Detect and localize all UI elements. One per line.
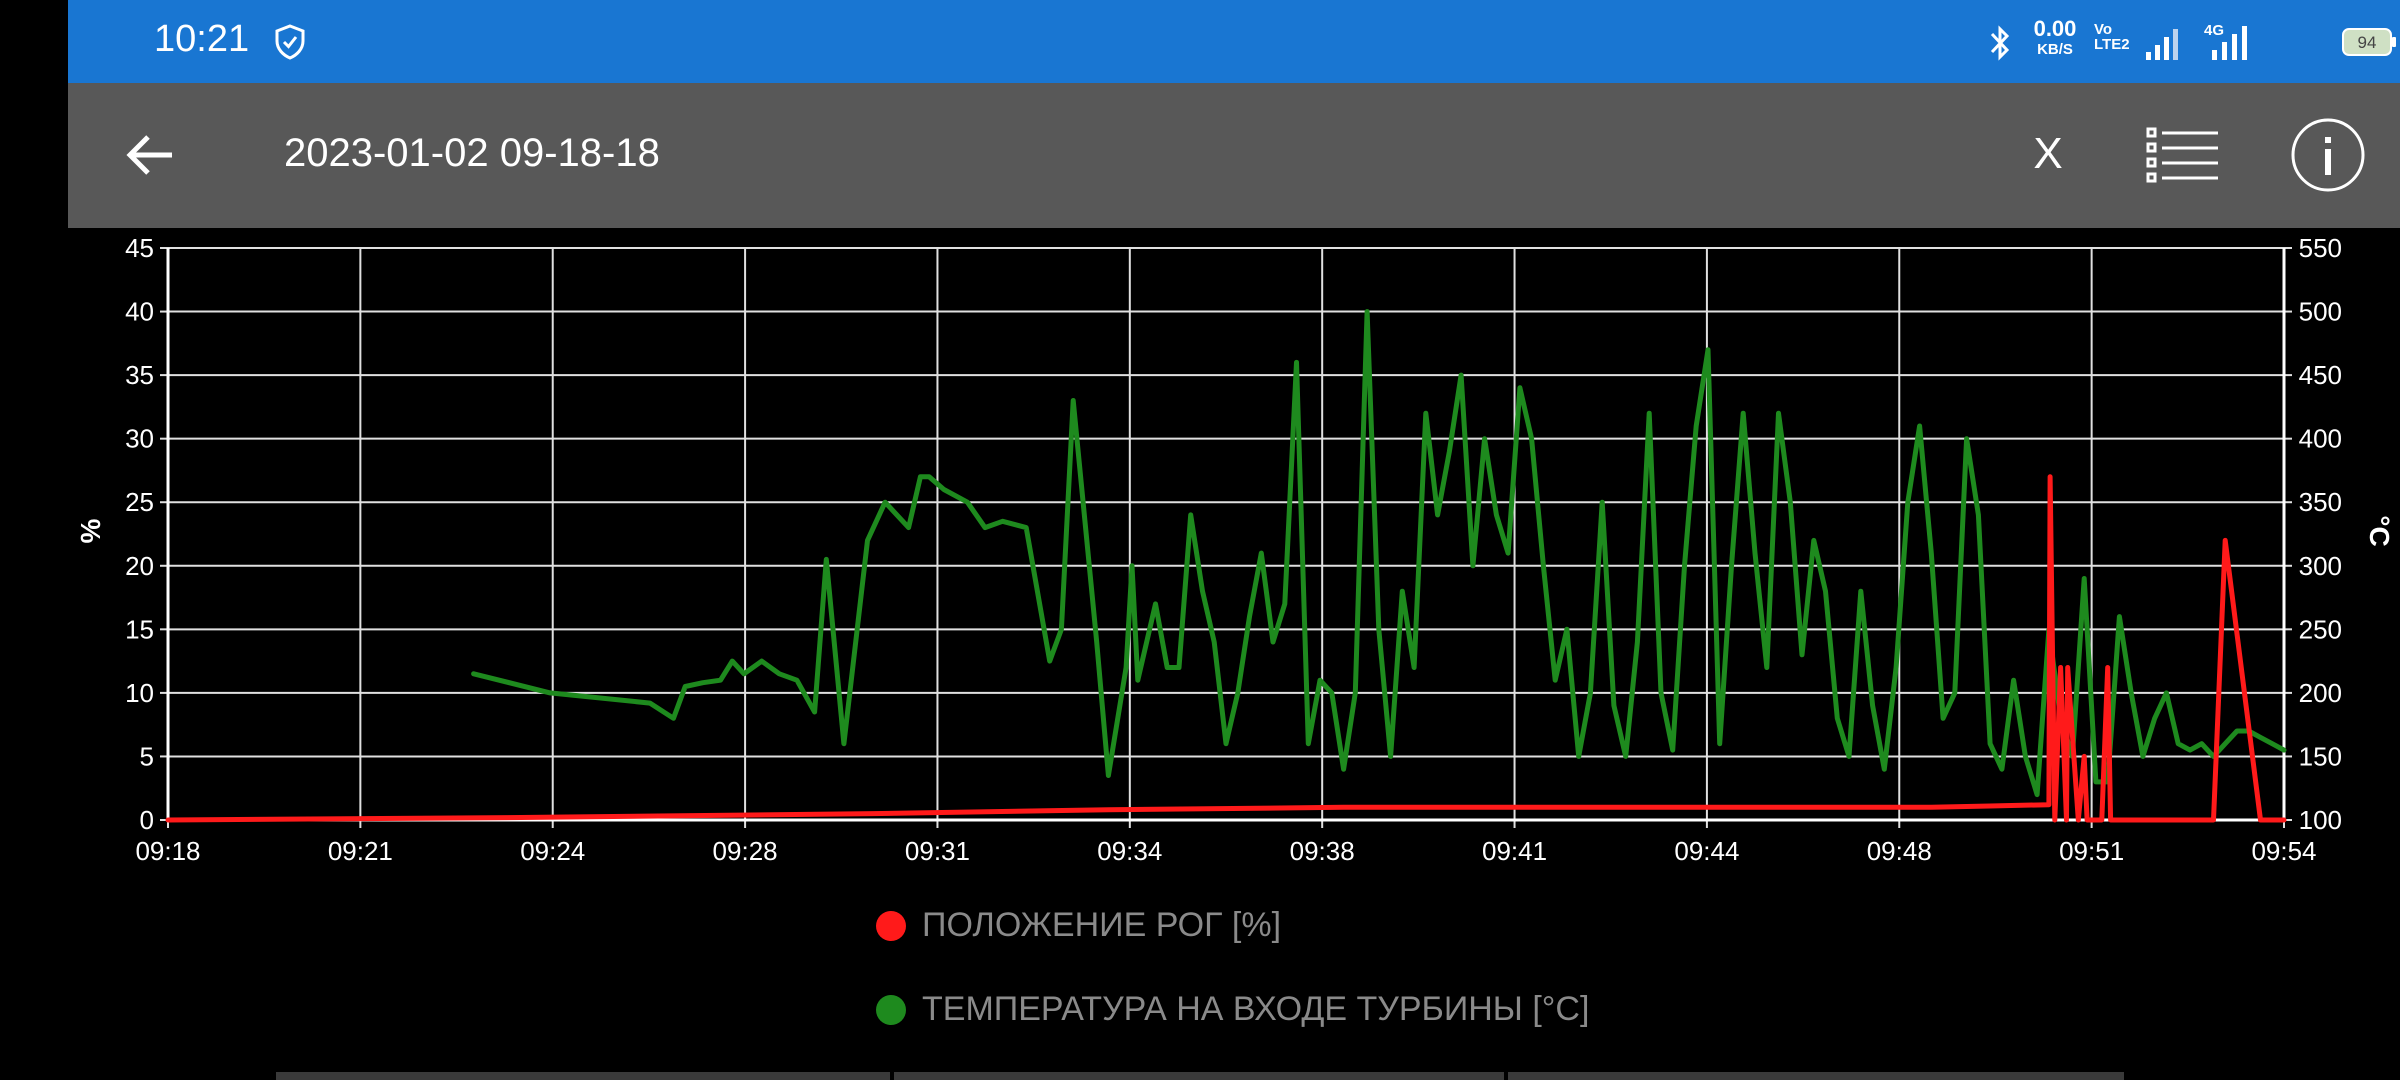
scrollbar-segment-1[interactable] (276, 1072, 890, 1080)
close-button[interactable]: X (2018, 129, 2078, 179)
x-axis-ticks: 09:18 09:21 09:24 09:28 09:31 09:34 09:38 09:41… (135, 836, 2316, 866)
y-left-tick-label: 45 (125, 233, 154, 263)
network-speed: 0.00 KB/S (2033, 16, 2077, 58)
legend-label-position: ПОЛОЖЕНИЕ РОГ [%] (922, 906, 1282, 944)
y-left-tick-label: 20 (125, 551, 154, 581)
shield-check-icon (275, 24, 305, 60)
legend-red-dot (876, 910, 906, 941)
x-tick-label: 09:31 (905, 836, 970, 866)
x-tick-label: 09:51 (2059, 836, 2124, 866)
x-tick-label: 09:41 (1482, 836, 1547, 866)
legend-green-dot (876, 994, 906, 1025)
clock: 10:21 (154, 18, 250, 60)
x-tick-label: 09:34 (1097, 836, 1162, 866)
signal-strength-icon (2146, 29, 2178, 60)
series-line-position (165, 474, 2287, 823)
left-axis-ticks: 0 5 10 15 20 25 30 35 40 45 (125, 233, 154, 835)
line-chart: 0 5 10 15 20 25 30 35 40 45 100 150 200 250 300 350 400… (75, 233, 2395, 866)
legend-item-temperature[interactable]: ТЕМПЕРАТУРА НА ВХОДЕ ТУРБИНЫ [°C] (876, 990, 1589, 1029)
y-right-tick-label: 250 (2299, 614, 2342, 644)
list-icon[interactable] (2146, 125, 2220, 185)
x-tick-label: 09:44 (1674, 836, 1739, 866)
y-right-tick-label: 150 (2299, 741, 2342, 771)
app-bar: 2023-01-02 09-18-18 X (68, 83, 2400, 228)
legend-label-temperature: ТЕМПЕРАТУРА НА ВХОДЕ ТУРБИНЫ [°C] (922, 990, 1590, 1028)
x-tick-label: 09:21 (328, 836, 393, 866)
arrow-back-icon[interactable] (120, 125, 180, 185)
y-left-tick-label: 10 (125, 678, 154, 708)
battery-icon: 94 (2342, 28, 2396, 56)
x-tick-label: 09:24 (520, 836, 585, 866)
x-tick-label: 09:48 (1867, 836, 1932, 866)
x-tick-label: 09:54 (2251, 836, 2316, 866)
y-left-tick-label: 0 (140, 805, 154, 835)
y-left-tick-label: 40 (125, 297, 154, 327)
y-left-tick-label: 15 (125, 614, 154, 644)
scrollbar-segment-3[interactable] (1508, 1072, 2124, 1080)
y-left-tick-label: 30 (125, 424, 154, 454)
y-right-tick-label: 450 (2299, 360, 2342, 390)
y-right-tick-label: 300 (2299, 551, 2342, 581)
x-tick-label: 09:38 (1290, 836, 1355, 866)
x-tick-label: 09:18 (135, 836, 200, 866)
y-right-tick-label: 100 (2299, 805, 2342, 835)
y-right-tick-label: 550 (2299, 233, 2342, 263)
y-left-tick-label: 5 (140, 741, 154, 771)
legend-item-position[interactable]: ПОЛОЖЕНИЕ РОГ [%] (876, 906, 1281, 945)
bluetooth-icon (1990, 25, 2010, 61)
y-left-tick-label: 35 (125, 360, 154, 390)
signal-strength-2-icon (2212, 26, 2247, 60)
page-title: 2023-01-02 09-18-18 (284, 131, 660, 175)
status-bar: 10:21 0.00 KB/S Vo LTE2 4G 94 (68, 0, 2400, 83)
series-position (165, 474, 2287, 823)
x-tick-label: 09:28 (713, 836, 778, 866)
left-axis-label: % (75, 518, 106, 543)
y-right-tick-label: 400 (2299, 424, 2342, 454)
y-left-tick-label: 25 (125, 487, 154, 517)
right-axis-ticks: 100 150 200 250 300 350 400 450 500 550 (2299, 233, 2342, 835)
right-axis-label: °C (2364, 515, 2395, 546)
y-right-tick-label: 350 (2299, 487, 2342, 517)
y-right-tick-label: 500 (2299, 297, 2342, 327)
volte-indicator: Vo LTE2 (2094, 21, 2130, 53)
y-right-tick-label: 200 (2299, 678, 2342, 708)
scrollbar-segment-2[interactable] (894, 1072, 1504, 1080)
battery-level: 94 (2358, 33, 2377, 52)
info-icon[interactable] (2290, 117, 2366, 193)
